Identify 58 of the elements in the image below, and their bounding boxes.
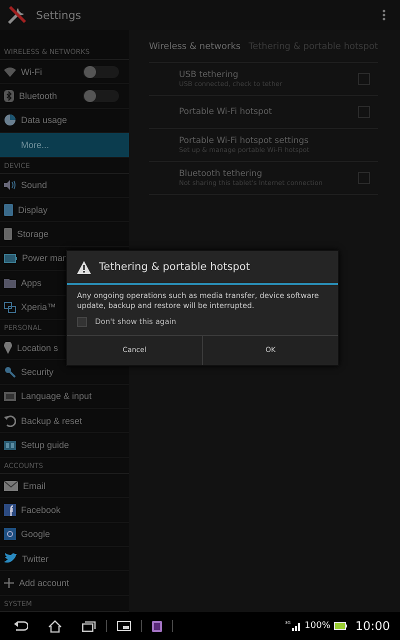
sidebar-item[interactable]: Twitter xyxy=(0,547,129,572)
bird-icon xyxy=(4,553,17,564)
app-title: Settings xyxy=(36,8,82,22)
back-icon[interactable] xyxy=(14,621,28,631)
wifi-icon xyxy=(4,66,16,77)
sidebar-item[interactable]: Add account xyxy=(0,571,129,596)
setting-title: Bluetooth tethering xyxy=(178,169,264,179)
keyboard-icon xyxy=(4,392,16,401)
checkbox[interactable] xyxy=(358,73,370,85)
checkbox[interactable] xyxy=(358,106,370,118)
sidebar-item[interactable]: Storage xyxy=(0,222,129,247)
sidebar-item[interactable]: Display xyxy=(0,198,129,222)
toggle-switch[interactable] xyxy=(82,66,119,78)
key-icon xyxy=(4,366,16,378)
sidebar-item[interactable]: Email xyxy=(0,474,129,498)
plus-icon xyxy=(4,578,14,588)
home-icon[interactable] xyxy=(48,620,62,632)
speaker-icon xyxy=(4,180,16,190)
battery-level: 100% xyxy=(304,621,330,631)
windows-icon xyxy=(4,302,16,313)
sidebar-item[interactable]: Facebook xyxy=(0,498,129,523)
guide-icon xyxy=(4,440,16,450)
clock: 10:00 xyxy=(355,619,390,633)
sidebar-item[interactable]: Bluetooth xyxy=(0,84,129,109)
sidebar-item[interactable]: Backup & reset xyxy=(0,409,129,434)
recent-apps-icon[interactable] xyxy=(82,620,96,632)
tools-icon[interactable] xyxy=(6,4,28,26)
envelope-icon xyxy=(4,480,18,491)
checkbox[interactable] xyxy=(77,316,87,326)
location-pin-icon xyxy=(4,342,12,354)
restore-icon xyxy=(4,414,16,427)
signal-icon xyxy=(292,621,302,631)
battery-icon xyxy=(334,622,348,630)
warning-icon xyxy=(77,260,91,274)
sidebar-item[interactable]: Google xyxy=(0,522,129,548)
setting-title: USB tethering xyxy=(178,70,240,80)
tile-icon xyxy=(4,528,16,540)
toggle-switch[interactable] xyxy=(82,90,119,102)
sidebar-item[interactable]: Sound xyxy=(0,174,129,198)
breadcrumb[interactable]: Wireless & networks xyxy=(148,42,241,52)
folder-icon xyxy=(4,278,16,288)
battery-icon xyxy=(4,254,17,263)
setting-title: Portable Wi-Fi hotspot xyxy=(178,107,273,117)
overflow-menu-icon[interactable] xyxy=(382,9,386,21)
storage-icon xyxy=(4,228,12,240)
bluetooth-icon xyxy=(4,90,14,102)
small-window-icon[interactable] xyxy=(117,621,131,631)
app-icon[interactable] xyxy=(152,620,162,632)
sidebar-item[interactable]: Setup guide xyxy=(0,433,129,458)
checkbox[interactable] xyxy=(358,172,370,184)
sidebar-item[interactable]: Language & input xyxy=(0,384,129,410)
sidebar-item[interactable]: Wi-Fi xyxy=(0,60,129,84)
sidebar-item[interactable]: More... xyxy=(0,133,129,158)
setting-title: Portable Wi-Fi hotspot settings xyxy=(178,136,310,146)
pie-chart-icon xyxy=(4,114,16,126)
setting-row[interactable]: Portable Wi-Fi hotspot xyxy=(148,96,378,129)
tablet-icon xyxy=(4,204,13,216)
square-tile-icon xyxy=(4,504,16,516)
